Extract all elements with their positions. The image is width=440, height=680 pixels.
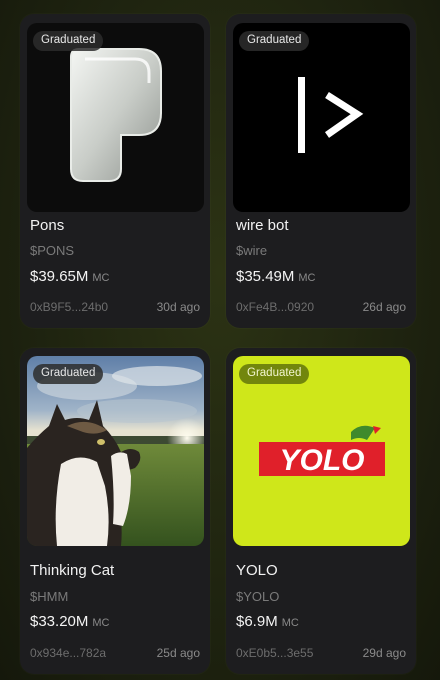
- market-cap-value: $6.9M: [236, 613, 278, 630]
- yolo-logo-text: YOLO: [279, 444, 364, 477]
- graduated-badge: Graduated: [33, 364, 104, 384]
- mc-label: MC: [92, 617, 110, 629]
- market-cap: $6.9M MC: [236, 613, 299, 630]
- graduated-badge: Graduated: [33, 31, 104, 51]
- contract-address: 0xFe4B...0920: [236, 300, 315, 314]
- token-age: 30d ago: [156, 300, 200, 314]
- token-ticker: $wire: [236, 243, 268, 258]
- token-card-thinking-cat[interactable]: Graduated Thinking Cat $HMM $33.20M MC 0x…: [20, 348, 210, 674]
- token-image: Graduated: [27, 356, 204, 546]
- token-name: Pons: [30, 217, 65, 234]
- graduated-badge: Graduated: [239, 364, 310, 384]
- pons-logo-icon: [70, 48, 162, 182]
- token-image: Graduated: [233, 23, 410, 212]
- graduated-badge: Graduated: [239, 31, 310, 51]
- mc-label: MC: [298, 272, 316, 284]
- thinking-cat-image: [27, 356, 204, 546]
- contract-address: 0xE0b5...3e55: [236, 646, 314, 660]
- contract-address: 0x934e...782a: [30, 646, 107, 660]
- market-cap: $33.20M MC: [30, 613, 109, 630]
- yolo-logo-icon: YOLO: [259, 425, 385, 477]
- market-cap-value: $33.20M: [30, 613, 89, 630]
- token-name: YOLO: [236, 562, 278, 579]
- token-age: 26d ago: [362, 300, 406, 314]
- token-card-wire-bot[interactable]: Graduated wire bot $wire $35.49M MC 0xFe4…: [226, 14, 416, 328]
- mc-label: MC: [281, 617, 299, 629]
- token-image: Graduated: [27, 23, 204, 212]
- market-cap-value: $35.49M: [236, 268, 295, 285]
- token-name: wire bot: [236, 217, 289, 234]
- wire-logo-icon: [298, 77, 364, 153]
- token-ticker: $PONS: [30, 243, 75, 258]
- market-cap: $39.65M MC: [30, 268, 109, 285]
- token-card-yolo[interactable]: YOLO Graduated YOLO $YOLO $6.9M MC 0xE0b5…: [226, 348, 416, 674]
- mc-label: MC: [92, 272, 110, 284]
- contract-address: 0xB9F5...24b0: [30, 300, 109, 314]
- token-ticker: $HMM: [30, 589, 69, 604]
- token-ticker: $YOLO: [236, 589, 280, 604]
- token-age: 29d ago: [362, 646, 406, 660]
- market-cap: $35.49M MC: [236, 268, 315, 285]
- token-image: YOLO Graduated: [233, 356, 410, 546]
- market-cap-value: $39.65M: [30, 268, 89, 285]
- token-card-pons[interactable]: Graduated Pons $PONS $39.65M MC 0xB9F5...…: [20, 14, 210, 328]
- token-name: Thinking Cat: [30, 562, 115, 579]
- token-age: 25d ago: [156, 646, 200, 660]
